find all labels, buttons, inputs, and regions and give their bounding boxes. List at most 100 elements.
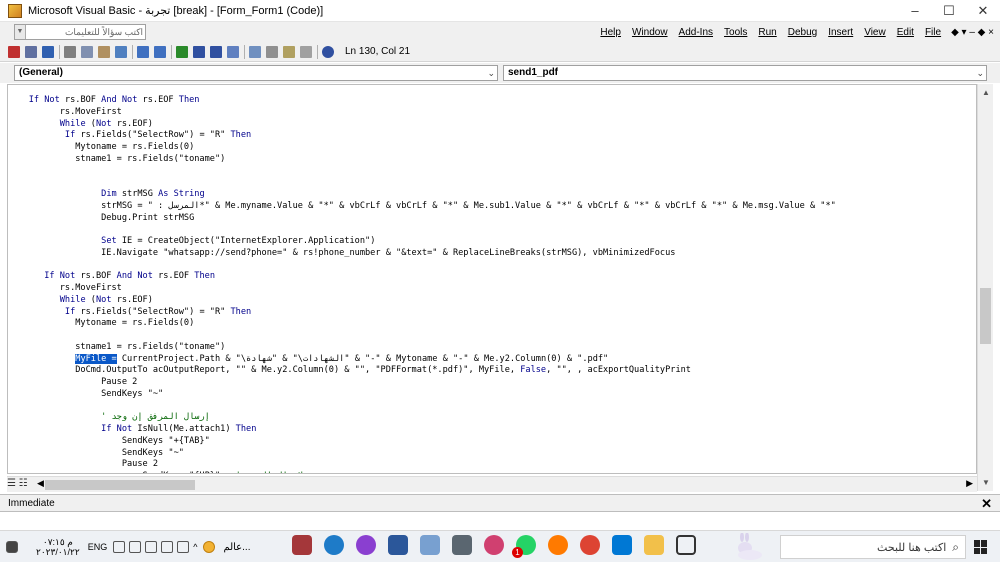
code-line[interactable]: While (Not rs.EOF) [8,119,836,131]
immediate-close-button[interactable]: ✕ [981,496,992,512]
code-line[interactable]: While (Not rs.EOF) [8,295,836,307]
view-access-icon[interactable] [8,45,20,58]
menu-view[interactable]: View [864,27,886,38]
chevron-down-icon[interactable]: ⌄ [487,66,495,80]
menu-add-ins[interactable]: Add-Ins [679,27,713,38]
save-icon[interactable] [42,45,54,58]
code-line[interactable]: Set IE = CreateObject("InternetExplorer.… [8,236,836,248]
task-view-icon[interactable] [676,535,696,555]
code-editor[interactable]: If Not rs.BOF And Not rs.EOF Then rs.Mov… [7,84,977,474]
mdi-controls[interactable]: ◆ ▾ – ◆ × [951,27,994,38]
undo-icon[interactable] [137,45,149,58]
chrome-app-icon[interactable] [580,535,600,555]
windows-start-icon[interactable] [974,540,988,554]
code-line[interactable]: strMSG = " : المرسل*" & Me.myname.Value … [8,201,836,213]
menu-insert[interactable]: Insert [828,27,853,38]
code-line[interactable]: stname1 = rs.Fields("toname") [8,154,836,166]
store-app-icon[interactable] [612,535,632,555]
code-line[interactable]: IE.Navigate "whatsapp://send?phone=" & r… [8,248,836,260]
procedure-combo[interactable]: send1_pdf ⌄ [503,65,987,81]
code-line[interactable]: Pause 2 [8,377,836,389]
chevron-down-icon[interactable]: ▼ [15,25,26,39]
code-line[interactable]: SendKeys "+{TAB}" [8,436,836,448]
code-line[interactable]: If rs.Fields("SelectRow") = "R" Then [8,130,836,142]
code-line[interactable] [8,166,836,178]
redo-icon[interactable] [154,45,166,58]
code-line[interactable]: SendKeys "{UP}" ' لإرسال الصور [8,471,836,473]
code-line[interactable]: MyFile = CurrentProject.Path & "\الشهادا… [8,353,836,366]
code-line[interactable]: SendKeys "~" [8,448,836,460]
code-line[interactable]: rs.MoveFirst [8,283,836,295]
vertical-scrollbar[interactable]: ▲ ▼ [977,84,993,491]
menu-tools[interactable]: Tools [724,27,747,38]
clock[interactable]: م ٠٧:١٥ ٢٠٢٣/٠١/٢٢ [36,537,80,557]
code-line[interactable]: If Not rs.BOF And Not rs.EOF Then [8,95,836,107]
weather-icon[interactable] [203,541,216,553]
chevron-up-icon[interactable]: ^ [193,542,197,552]
code-line[interactable] [8,224,836,236]
object-combo[interactable]: (General) ⌄ [14,65,498,81]
close-button[interactable]: ✕ [966,0,1000,22]
code-line[interactable]: SendKeys "~" [8,389,836,401]
procedure-view-icon[interactable]: ☰ ☷ [7,478,28,489]
scroll-right-icon[interactable]: ▶ [966,478,973,489]
language-indicator[interactable]: ENG [88,542,108,552]
code-line[interactable]: Pause 2 [8,459,836,471]
menu-edit[interactable]: Edit [897,27,914,38]
code-lines[interactable]: If Not rs.BOF And Not rs.EOF Then rs.Mov… [8,95,836,473]
file-explorer-icon[interactable] [644,535,664,555]
game-app-icon[interactable] [484,535,504,555]
calculator-app-icon[interactable] [452,535,472,555]
network-icon[interactable] [129,541,142,553]
scroll-thumb[interactable] [980,288,991,344]
insert-module-icon[interactable] [25,45,37,58]
paint-app-icon[interactable] [420,535,440,555]
pen-icon[interactable] [161,541,174,553]
scroll-down-icon[interactable]: ▼ [978,476,994,490]
menu-file[interactable]: File [925,27,941,38]
code-line[interactable]: DoCmd.OutputTo acOutputReport, "" & Me.y… [8,365,836,377]
scroll-left-icon[interactable]: ◀ [37,478,44,489]
copy-icon[interactable] [81,45,93,58]
break-icon[interactable] [193,45,205,58]
code-line[interactable] [8,401,836,413]
code-line[interactable]: If Not rs.BOF And Not rs.EOF Then [8,271,836,283]
maximize-button[interactable]: ☐ [932,0,966,22]
cut-icon[interactable] [64,45,76,58]
code-line[interactable] [8,260,836,272]
code-line[interactable]: Mytoname = rs.Fields(0) [8,142,836,154]
scroll-up-icon[interactable]: ▲ [978,86,994,100]
code-line[interactable]: ' إرسال المرفق إن وجد [8,412,836,424]
chevron-down-icon[interactable]: ⌄ [976,66,984,80]
code-line[interactable] [8,330,836,342]
help-icon[interactable] [322,45,334,58]
reset-icon[interactable] [210,45,222,58]
volume-icon[interactable] [113,541,126,553]
taskbar-search[interactable]: ⌕ اكتب هنا للبحث [780,535,966,559]
help-question-input[interactable]: اكتب سؤالاً للتعليمات ▼ [14,24,146,40]
menu-window[interactable]: Window [632,27,668,38]
menu-run[interactable]: Run [758,27,776,38]
immediate-window[interactable] [0,512,1000,526]
hscroll-thumb[interactable] [45,480,195,490]
run-icon[interactable] [176,45,188,58]
menu-help[interactable]: Help [600,27,621,38]
properties-icon[interactable] [266,45,278,58]
code-line[interactable]: If Not IsNull(Me.attach1) Then [8,424,836,436]
menu-debug[interactable]: Debug [788,27,817,38]
access-app-icon[interactable] [292,535,312,555]
code-line[interactable]: rs.MoveFirst [8,107,836,119]
copilot-app-icon[interactable] [356,535,376,555]
code-line[interactable]: Mytoname = rs.Fields(0) [8,318,836,330]
firefox-app-icon[interactable] [548,535,568,555]
paste-icon[interactable] [98,45,110,58]
weather-text[interactable]: عالم... [223,542,250,553]
design-mode-icon[interactable] [227,45,239,58]
project-explorer-icon[interactable] [249,45,261,58]
code-line[interactable]: Dim strMSG As String [8,189,836,201]
battery-icon[interactable] [145,541,158,553]
code-line[interactable]: Debug.Print strMSG [8,213,836,225]
find-icon[interactable] [115,45,127,58]
whatsapp-app-icon[interactable]: 1 [512,535,536,558]
code-line[interactable]: stname1 = rs.Fields("toname") [8,342,836,354]
